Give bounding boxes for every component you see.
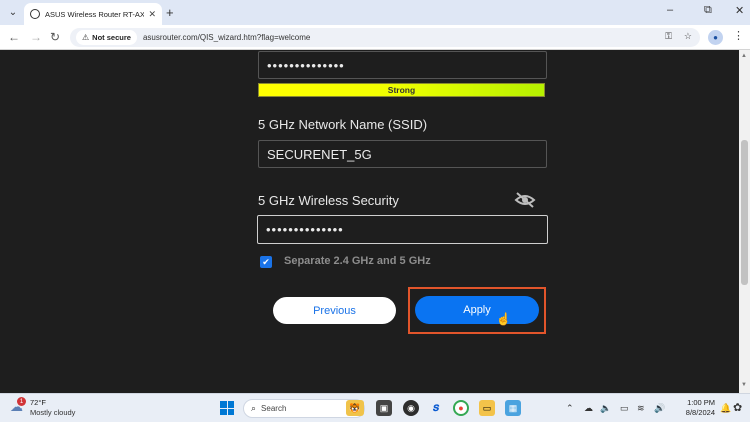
task-view-icon[interactable]: ▣ bbox=[376, 400, 392, 416]
reload-icon[interactable]: ↻ bbox=[50, 30, 60, 44]
camera-app-icon[interactable]: ◉ bbox=[403, 400, 419, 416]
volume-icon[interactable]: 🔊 bbox=[654, 403, 665, 414]
windows-taskbar: ☁ 1 72°F Mostly cloudy ⌕ Search 🐯 ▣ ◉ 𝑺 … bbox=[0, 393, 750, 422]
notification-bell-icon[interactable]: 🔔 bbox=[720, 403, 731, 414]
separate-bands-checkbox[interactable]: ✔ bbox=[260, 256, 272, 268]
password-strength-bar: Strong bbox=[258, 83, 545, 97]
back-arrow-icon[interactable]: ← bbox=[8, 30, 20, 44]
chevron-up-icon[interactable]: ⌃ bbox=[566, 403, 574, 414]
chrome-icon[interactable]: ● bbox=[453, 400, 469, 416]
weather-temperature[interactable]: 72°F bbox=[30, 398, 46, 407]
globe-icon bbox=[30, 9, 40, 19]
scroll-up-arrow-icon[interactable]: ▲ bbox=[741, 53, 747, 59]
s-app-icon[interactable]: 𝑺 bbox=[428, 400, 444, 416]
key-icon[interactable]: ⚿ bbox=[665, 31, 672, 42]
url-text[interactable]: asusrouter.com/QIS_wizard.htm?flag=welco… bbox=[143, 33, 310, 42]
omnibox[interactable]: ⚠ Not secure asusrouter.com/QIS_wizard.h… bbox=[70, 28, 700, 47]
cloud-sync-icon[interactable]: ☁ bbox=[584, 403, 593, 414]
forward-arrow-icon[interactable]: → bbox=[30, 30, 42, 44]
password-5g-field[interactable]: •••••••••••••• bbox=[257, 215, 548, 244]
wifi-icon[interactable]: ≋ bbox=[637, 403, 645, 414]
hand-cursor-icon: ☝ bbox=[496, 312, 511, 326]
clock-time[interactable]: 1:00 PM bbox=[675, 398, 715, 407]
scroll-down-arrow-icon[interactable]: ▼ bbox=[741, 382, 747, 388]
warning-icon: ⚠ bbox=[82, 33, 90, 42]
security-chip[interactable]: ⚠ Not secure bbox=[76, 30, 137, 45]
search-icon: ⌕ bbox=[251, 403, 257, 413]
address-bar-row: ← → ↻ ⚠ Not secure asusrouter.com/QIS_wi… bbox=[0, 25, 750, 50]
password-24-field[interactable]: •••••••••••••• bbox=[258, 51, 547, 79]
bookmark-star-icon[interactable]: ☆ bbox=[684, 31, 692, 42]
profile-avatar-icon[interactable]: ● bbox=[708, 30, 723, 45]
weather-description[interactable]: Mostly cloudy bbox=[30, 408, 75, 417]
windows-start-icon[interactable] bbox=[220, 401, 234, 415]
ssid-5g-label: 5 GHz Network Name (SSID) bbox=[258, 117, 428, 132]
clock-date[interactable]: 8/8/2024 bbox=[675, 408, 715, 417]
tab-search-dropdown-icon[interactable]: ⌄ bbox=[6, 5, 20, 19]
tab-bar: ⌄ ASUS Wireless Router RT-AX86 ✕ + – ⧉ ✕ bbox=[0, 0, 750, 25]
scroll-thumb[interactable] bbox=[741, 140, 748, 285]
apply-button[interactable]: Apply bbox=[415, 296, 539, 324]
file-explorer-icon[interactable]: ▭ bbox=[479, 400, 495, 416]
minimize-button[interactable]: – bbox=[667, 4, 673, 16]
search-placeholder: Search bbox=[261, 404, 287, 413]
tab-close-icon[interactable]: ✕ bbox=[148, 9, 156, 20]
close-window-button[interactable]: ✕ bbox=[735, 4, 744, 17]
previous-button[interactable]: Previous bbox=[273, 297, 396, 324]
security-5g-label: 5 GHz Wireless Security bbox=[258, 193, 399, 208]
copilot-icon[interactable]: ✿ bbox=[733, 401, 742, 414]
new-tab-button[interactable]: + bbox=[166, 5, 174, 20]
calculator-icon[interactable]: ▦ bbox=[505, 400, 521, 416]
tiger-widget-icon[interactable]: 🐯 bbox=[346, 400, 364, 416]
browser-tab[interactable]: ASUS Wireless Router RT-AX86 ✕ bbox=[24, 3, 162, 25]
weather-notification-badge: 1 bbox=[17, 397, 26, 406]
monitor-icon[interactable]: ▭ bbox=[620, 403, 629, 414]
menu-dots-icon[interactable]: ⋮ bbox=[733, 29, 744, 42]
ssid-5g-input[interactable]: SECURENET_5G bbox=[258, 140, 547, 168]
maximize-button[interactable]: ⧉ bbox=[704, 4, 712, 17]
tab-title: ASUS Wireless Router RT-AX86 bbox=[45, 9, 145, 19]
separate-bands-label: Separate 2.4 GHz and 5 GHz bbox=[284, 255, 431, 267]
hide-password-eye-icon[interactable] bbox=[514, 191, 536, 209]
speaker-icon[interactable]: 🔈 bbox=[600, 403, 611, 414]
security-label: Not secure bbox=[92, 33, 131, 42]
